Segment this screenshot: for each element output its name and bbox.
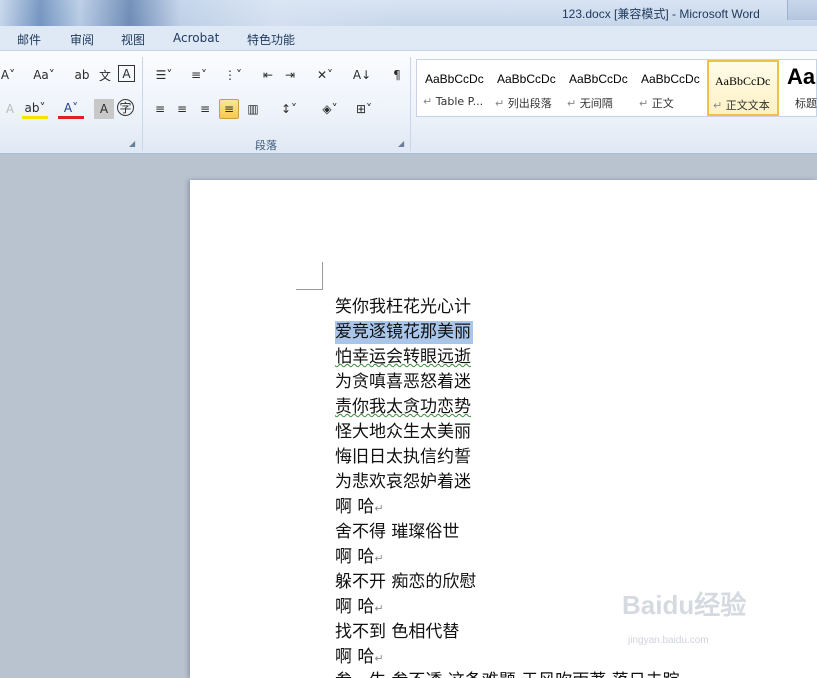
highlight-color-icon[interactable]: ab˅ bbox=[22, 99, 48, 119]
line-spacing-icon[interactable]: ↕˅ bbox=[275, 99, 303, 119]
wen-icon[interactable]: 文 bbox=[95, 65, 115, 85]
align-right-icon[interactable]: ≡ bbox=[195, 99, 215, 119]
style-name: ↵ 正文 bbox=[639, 97, 674, 110]
text-line-selected[interactable]: 爱竞逐镜花那美丽 bbox=[335, 321, 473, 344]
text-line[interactable]: 舍不得 璀璨俗世 bbox=[335, 521, 459, 544]
borders-icon[interactable]: ⊞˅ bbox=[350, 99, 378, 119]
style-sample: Aa bbox=[787, 64, 816, 89]
show-formatting-marks-icon[interactable]: ¶ bbox=[387, 65, 407, 85]
style-name: 标题 bbox=[795, 97, 817, 110]
group-separator bbox=[410, 57, 411, 151]
baidu-logo: Baidu经验 bbox=[622, 590, 747, 620]
tab-special-features[interactable]: 特色功能 bbox=[247, 31, 295, 48]
style-normal[interactable]: AaBbCcDc ↵ 正文 bbox=[635, 60, 707, 116]
character-border-icon[interactable]: A bbox=[118, 65, 135, 82]
margin-marker bbox=[296, 289, 323, 290]
text-line[interactable]: 责你我太贪功恋势 bbox=[335, 396, 471, 419]
style-sample: AaBbCcDc bbox=[715, 74, 771, 88]
tab-review[interactable]: 审阅 bbox=[70, 31, 94, 48]
style-sample: AaBbCcDc bbox=[569, 72, 628, 86]
numbering-icon[interactable]: ≡˅ bbox=[185, 65, 213, 85]
style-heading[interactable]: Aa 标题 bbox=[781, 60, 817, 116]
align-left-icon[interactable]: ≡ bbox=[150, 99, 170, 119]
style-no-spacing[interactable]: AaBbCcDc ↵ 无间隔 bbox=[563, 60, 635, 116]
window-title: 123.docx [兼容模式] - Microsoft Word bbox=[562, 7, 760, 21]
group-separator bbox=[142, 57, 143, 151]
justify-icon[interactable]: ≡ bbox=[219, 99, 239, 119]
text-line[interactable]: 找不到 色相代替 bbox=[335, 621, 459, 644]
paragraph-group-label: 段落 bbox=[255, 139, 277, 152]
style-name: ↵ 正文文本 bbox=[713, 99, 770, 112]
text-line[interactable]: 啊 哈↵ bbox=[335, 546, 384, 569]
style-sample: AaBbCcDc bbox=[425, 72, 484, 86]
font-dialog-launcher-icon[interactable]: ◢ bbox=[129, 139, 135, 148]
text-line[interactable]: 笑你我枉花光心计 bbox=[335, 296, 471, 319]
shrink-font-icon[interactable]: A˅ bbox=[0, 65, 16, 85]
distributed-icon[interactable]: ▥ bbox=[243, 99, 263, 119]
styles-gallery: AaBbCcDc ↵ Table P... AaBbCcDc ↵ 列出段落 Aa… bbox=[416, 59, 817, 117]
increase-indent-icon[interactable]: ⇥ bbox=[280, 65, 300, 85]
phonetic-guide-icon[interactable]: ab bbox=[72, 65, 92, 85]
paragraph-dialog-launcher-icon[interactable]: ◢ bbox=[398, 139, 404, 148]
minimize-button[interactable] bbox=[787, 0, 817, 20]
style-sample: AaBbCcDc bbox=[497, 72, 556, 86]
tab-acrobat[interactable]: Acrobat bbox=[173, 31, 219, 45]
text-effect-icon[interactable]: A bbox=[0, 99, 20, 119]
shading-icon[interactable]: ◈˅ bbox=[316, 99, 344, 119]
title-bar-decoration bbox=[0, 0, 500, 26]
watermark: Baidu经验 jingyan.baidu.com bbox=[622, 585, 802, 655]
style-name: ↵ 列出段落 bbox=[495, 97, 552, 110]
text-line[interactable]: 啊 哈↵ bbox=[335, 646, 384, 669]
bullets-icon[interactable]: ☰˅ bbox=[150, 65, 178, 85]
text-line[interactable]: 为贪嗔喜恶怒着迷 bbox=[335, 371, 471, 394]
text-line[interactable]: 啊 哈↵ bbox=[335, 496, 384, 519]
sort-icon[interactable]: A↓ bbox=[352, 65, 372, 85]
change-case-icon[interactable]: Aa˅ bbox=[30, 65, 58, 85]
text-line[interactable]: 为悲欢哀怨妒着迷 bbox=[335, 471, 471, 494]
text-line[interactable]: 悔旧日太执信约誓 bbox=[335, 446, 471, 469]
multilevel-list-icon[interactable]: ⋮˅ bbox=[219, 65, 247, 85]
align-center-icon[interactable]: ≡ bbox=[172, 99, 192, 119]
watermark-url: jingyan.baidu.com bbox=[628, 635, 709, 646]
font-color-icon[interactable]: A˅ bbox=[58, 99, 84, 119]
margin-marker bbox=[322, 262, 323, 290]
style-name: ↵ Table P... bbox=[423, 95, 484, 108]
style-name: ↵ 无间隔 bbox=[567, 97, 613, 110]
style-sample: AaBbCcDc bbox=[641, 72, 700, 86]
chinese-layout-icon[interactable]: ✕˅ bbox=[311, 65, 339, 85]
text-line[interactable]: 啊 哈↵ bbox=[335, 596, 384, 619]
tab-mailings[interactable]: 邮件 bbox=[17, 31, 41, 48]
style-table-paragraph[interactable]: AaBbCcDc ↵ Table P... bbox=[419, 60, 491, 116]
enclose-characters-icon[interactable]: 字 bbox=[117, 99, 134, 116]
style-list-paragraph[interactable]: AaBbCcDc ↵ 列出段落 bbox=[491, 60, 563, 116]
character-shading-icon[interactable]: A bbox=[94, 99, 114, 119]
style-body-text[interactable]: AaBbCcDc ↵ 正文文本 bbox=[707, 60, 779, 116]
decrease-indent-icon[interactable]: ⇤ bbox=[258, 65, 278, 85]
text-line[interactable]: 怪大地众生太美丽 bbox=[335, 421, 471, 444]
ribbon-tabs: 邮件 审阅 视图 Acrobat 特色功能 bbox=[0, 26, 817, 50]
tab-view[interactable]: 视图 bbox=[121, 31, 145, 48]
ribbon: A˅ Aa˅ ab 文 A A ab˅ A˅ A 字 ◢ ☰˅ ≡˅ ⋮˅ ⇤ … bbox=[0, 50, 817, 154]
text-line[interactable]: 怕幸运会转眼远逝 bbox=[335, 346, 471, 369]
text-line[interactable]: 参一生 参不透 这条难题 于风吹雨著 落日去踪 bbox=[335, 670, 680, 678]
text-line[interactable]: 躲不开 痴恋的欣慰 bbox=[335, 571, 476, 594]
title-bar: 123.docx [兼容模式] - Microsoft Word bbox=[0, 0, 817, 26]
